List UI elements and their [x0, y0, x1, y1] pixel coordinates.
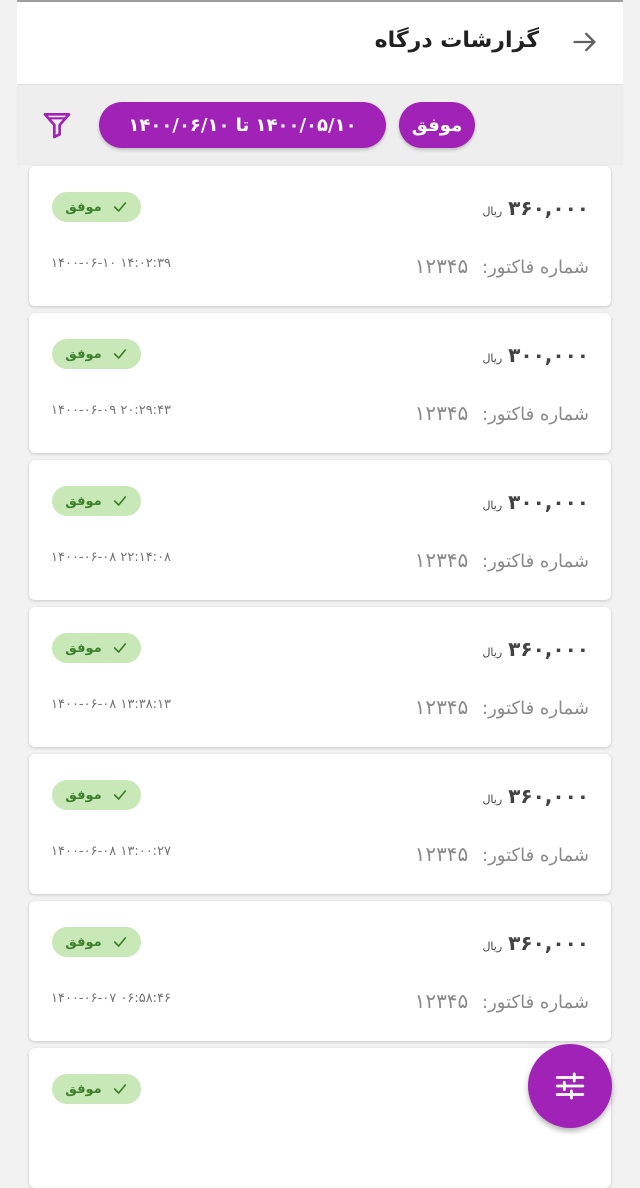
amount: ۳۶۰,۰۰۰ ریال	[482, 637, 589, 661]
invoice-number: شماره فاکتور: ۱۲۳۴۵	[415, 989, 589, 1013]
transaction-datetime: ۱۴۰۰-۰۶-۱۰ ۱۴:۰۲:۳۹	[51, 256, 172, 271]
currency-label: ریال	[482, 352, 503, 365]
arrow-right-icon	[573, 32, 596, 52]
amount: ۳۶۰,۰۰۰ ریال	[482, 931, 589, 955]
transaction-datetime: ۱۴۰۰-۰۶-۰۸ ۱۳:۰۰:۲۷	[51, 844, 172, 859]
currency-label: ریال	[482, 940, 503, 953]
status-badge: موفق	[52, 486, 141, 516]
adjust-filters-fab[interactable]	[528, 1044, 612, 1128]
currency-label: ریال	[482, 499, 503, 512]
amount-value: ۳۰۰,۰۰۰	[508, 490, 589, 514]
invoice-number	[581, 1136, 589, 1160]
amount-value: ۳۰۰,۰۰۰	[508, 343, 589, 367]
invoice-value: ۱۲۳۴۵	[414, 842, 469, 866]
amount: ۳۰۰,۰۰۰ ریال	[482, 343, 589, 367]
invoice-number: شماره فاکتور: ۱۲۳۴۵	[415, 548, 589, 572]
status-label: موفق	[65, 493, 102, 509]
transaction-datetime: ۱۴۰۰-۰۶-۰۸ ۱۳:۳۸:۱۳	[51, 697, 172, 712]
amount-value: ۳۶۰,۰۰۰	[508, 637, 589, 661]
check-icon	[113, 937, 126, 947]
transaction-card[interactable]: ۳۶۰,۰۰۰ ریال شماره فاکتور: ۱۲۳۴۵ ۱۴۰۰-۰۶…	[29, 166, 611, 306]
check-icon	[113, 790, 126, 800]
check-icon	[113, 349, 126, 359]
transaction-card[interactable]: ۳۰۰,۰۰۰ ریال شماره فاکتور: ۱۲۳۴۵ ۱۴۰۰-۰۶…	[29, 460, 611, 600]
amount-value: ۳۶۰,۰۰۰	[508, 196, 589, 220]
invoice-label: شماره فاکتور:	[482, 404, 589, 425]
filter-button[interactable]	[39, 107, 75, 143]
currency-label: ریال	[482, 205, 503, 218]
invoice-number: شماره فاکتور: ۱۲۳۴۵	[415, 695, 589, 719]
transaction-datetime: ۱۴۰۰-۰۶-۰۹ ۲۰:۲۹:۴۳	[51, 403, 172, 418]
status-label: موفق	[65, 346, 102, 362]
status-chip[interactable]: موفق	[399, 102, 475, 148]
transaction-card[interactable]: ۳۰۰,۰۰۰ ریال شماره فاکتور: ۱۲۳۴۵ ۱۴۰۰-۰۶…	[29, 313, 611, 453]
check-icon	[113, 643, 126, 653]
invoice-value: ۱۲۳۴۵	[414, 401, 469, 425]
status-badge: موفق	[52, 339, 141, 369]
check-icon	[113, 202, 126, 212]
funnel-icon	[43, 113, 71, 139]
invoice-label: شماره فاکتور:	[482, 698, 589, 719]
transaction-card[interactable]: ۶ ریال موفق	[29, 1048, 611, 1188]
status-badge: موفق	[52, 780, 141, 810]
invoice-label: شماره فاکتور:	[482, 551, 589, 572]
amount: ۳۰۰,۰۰۰ ریال	[482, 490, 589, 514]
invoice-value: ۱۲۳۴۵	[414, 254, 469, 278]
status-label: موفق	[65, 787, 102, 803]
amount-value: ۳۶۰,۰۰۰	[508, 784, 589, 808]
status-label: موفق	[65, 1081, 102, 1097]
invoice-number: شماره فاکتور: ۱۲۳۴۵	[415, 254, 589, 278]
status-label: موفق	[65, 640, 102, 656]
sliders-icon	[555, 1072, 585, 1100]
status-label: موفق	[65, 199, 102, 215]
invoice-number: شماره فاکتور: ۱۲۳۴۵	[415, 401, 589, 425]
filter-bar: ۱۴۰۰/۰۵/۱۰ تا ۱۴۰۰/۰۶/۱۰ موفق	[17, 85, 623, 165]
invoice-number: شماره فاکتور: ۱۲۳۴۵	[415, 842, 589, 866]
status-badge: موفق	[52, 1074, 141, 1104]
invoice-value: ۱۲۳۴۵	[414, 989, 469, 1013]
transaction-datetime: ۱۴۰۰-۰۶-۰۸ ۲۲:۱۴:۰۸	[51, 550, 172, 565]
status-badge: موفق	[52, 192, 141, 222]
page-title: گزارشات درگاه	[374, 28, 539, 53]
invoice-value: ۱۲۳۴۵	[414, 695, 469, 719]
transaction-card[interactable]: ۳۶۰,۰۰۰ ریال شماره فاکتور: ۱۲۳۴۵ ۱۴۰۰-۰۶…	[29, 607, 611, 747]
transaction-datetime: ۱۴۰۰-۰۶-۰۷ ۰۶:۵۸:۴۶	[51, 991, 172, 1006]
amount: ۳۶۰,۰۰۰ ریال	[482, 784, 589, 808]
transaction-card[interactable]: ۳۶۰,۰۰۰ ریال شماره فاکتور: ۱۲۳۴۵ ۱۴۰۰-۰۶…	[29, 901, 611, 1041]
status-badge: موفق	[52, 633, 141, 663]
status-badge: موفق	[52, 927, 141, 957]
date-range-chip[interactable]: ۱۴۰۰/۰۵/۱۰ تا ۱۴۰۰/۰۶/۱۰	[99, 102, 386, 148]
invoice-label: شماره فاکتور:	[482, 257, 589, 278]
status-label: موفق	[65, 934, 102, 950]
transaction-card[interactable]: ۳۶۰,۰۰۰ ریال شماره فاکتور: ۱۲۳۴۵ ۱۴۰۰-۰۶…	[29, 754, 611, 894]
invoice-label: شماره فاکتور:	[482, 992, 589, 1013]
amount-value: ۳۶۰,۰۰۰	[508, 931, 589, 955]
invoice-label: شماره فاکتور:	[482, 845, 589, 866]
check-icon	[113, 1084, 126, 1094]
app-bar: گزارشات درگاه	[17, 2, 623, 85]
back-button[interactable]	[567, 24, 603, 60]
currency-label: ریال	[482, 793, 503, 806]
check-icon	[113, 496, 126, 506]
currency-label: ریال	[482, 646, 503, 659]
amount: ۳۶۰,۰۰۰ ریال	[482, 196, 589, 220]
invoice-value: ۱۲۳۴۵	[414, 548, 469, 572]
